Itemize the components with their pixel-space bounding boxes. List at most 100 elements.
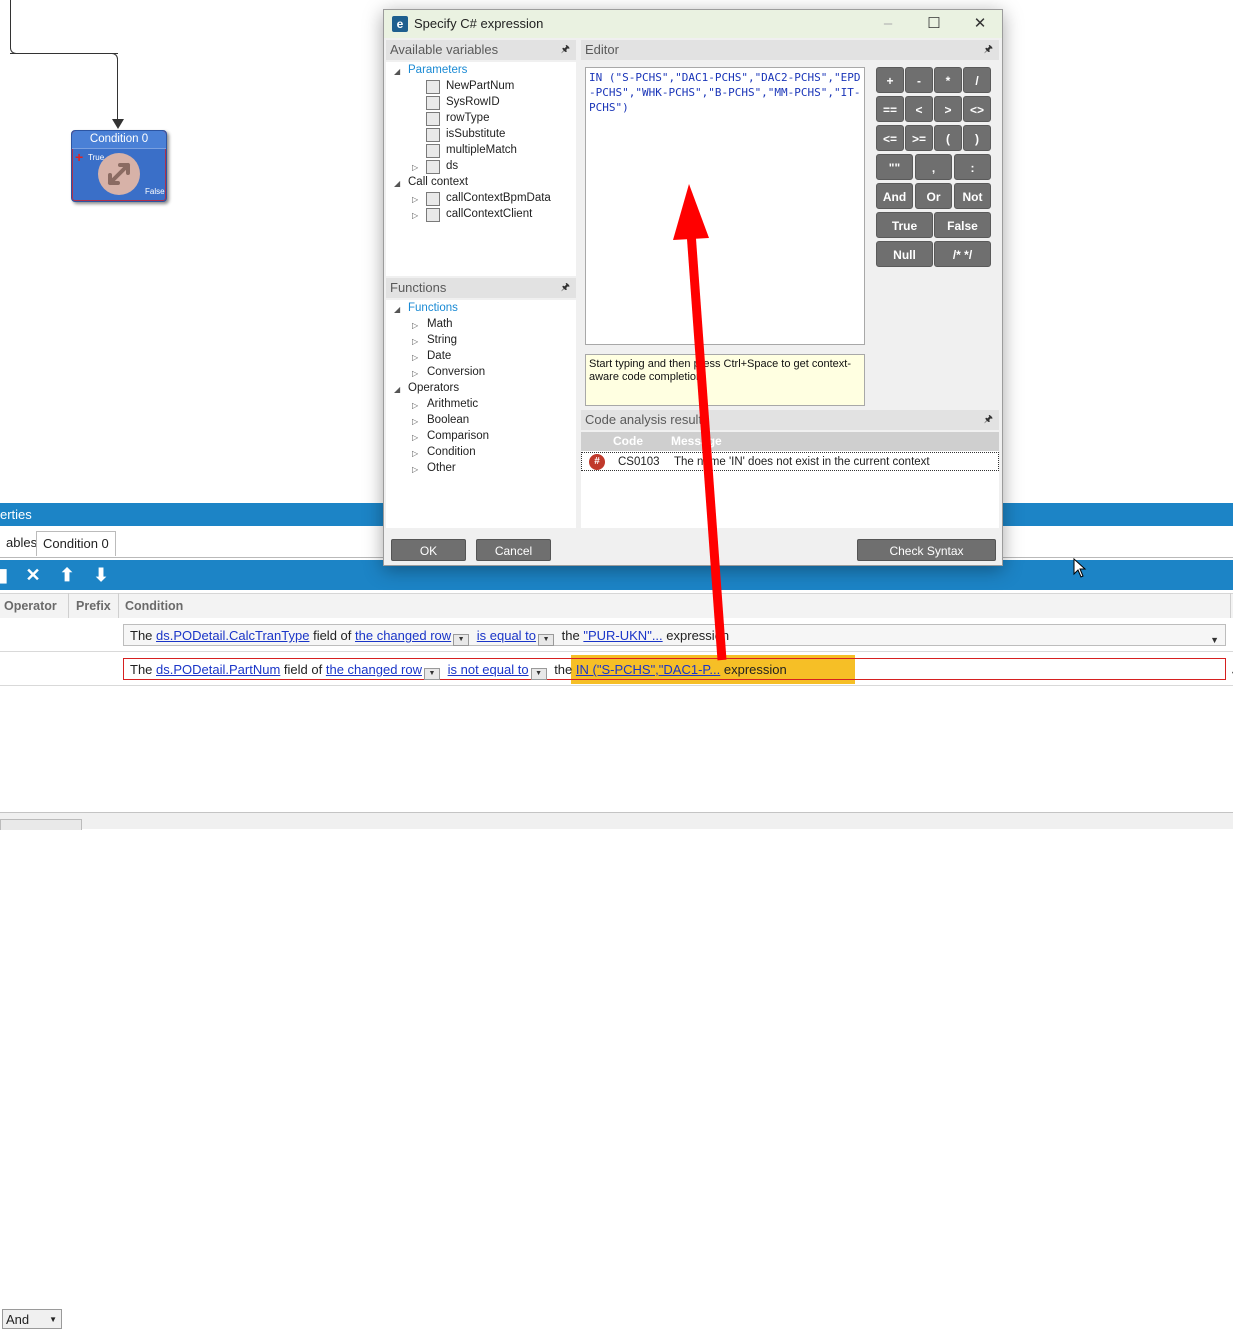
maximize-button[interactable]: ☐ [912,10,956,38]
chevron-down-icon[interactable]: ▼ [453,634,470,646]
multiply-button[interactable]: * [934,67,962,93]
ok-button[interactable]: OK [391,539,466,561]
analysis-row[interactable]: # CS0103 The name 'IN' does not exist in… [581,452,999,471]
collapsed-icon[interactable]: ▷ [412,398,418,414]
collapsed-icon[interactable]: ▷ [412,318,418,334]
tree-item-op[interactable]: Other [427,460,456,476]
tree-item-parameters[interactable]: Parameters [408,62,467,78]
tree-item-func[interactable]: Conversion [427,364,485,380]
collapsed-icon[interactable]: ▷ [412,334,418,350]
comment-button[interactable]: /* */ [934,241,991,267]
pin-icon[interactable]: 🖈 [984,40,993,60]
pin-icon[interactable]: 🖈 [984,410,993,430]
tree-item-param[interactable]: NewPartNum [446,78,514,94]
collapsed-icon[interactable]: ▷ [412,446,418,462]
expand-icon[interactable]: ◢ [394,382,400,398]
tree-item-op[interactable]: Arithmetic [427,396,478,412]
check-syntax-button[interactable]: Check Syntax [857,539,996,561]
table-row[interactable]: The ds.PODetail.CalcTranType field of th… [0,618,1233,652]
open-paren-button[interactable]: ( [934,125,962,151]
expand-icon[interactable]: ◢ [394,302,400,318]
tree-item-functions[interactable]: Functions [408,300,458,316]
or-button[interactable]: Or [915,183,952,209]
tree-item-op[interactable]: Boolean [427,412,469,428]
tree-item-op[interactable]: Condition [427,444,476,460]
chevron-down-icon[interactable]: ▼ [1210,629,1219,651]
tree-item-call-context[interactable]: Call context [408,174,468,190]
and-button[interactable]: And [876,183,913,209]
col-condition: Condition [125,599,184,613]
condition-expression[interactable]: The ds.PODetail.PartNum field of the cha… [123,658,1233,680]
field-link[interactable]: ds.PODetail.CalcTranType [156,628,309,643]
expand-icon[interactable]: ◢ [394,64,400,80]
false-button[interactable]: False [934,212,991,238]
tree-item-param[interactable]: rowType [446,110,489,126]
chevron-down-icon[interactable]: ▼ [530,668,547,680]
tree-item-func[interactable]: String [427,332,457,348]
tree-item-operators[interactable]: Operators [408,380,459,396]
pin-icon[interactable]: 🖈 [561,278,570,298]
cancel-button[interactable]: Cancel [476,539,551,561]
not-equal-button[interactable]: <> [963,96,991,122]
close-paren-button[interactable]: ) [963,125,991,151]
move-down-icon[interactable]: ⬇ [86,560,116,590]
operator-link[interactable]: is not equal to [448,662,529,677]
null-button[interactable]: Null [876,241,933,267]
value-link[interactable]: IN ("S-PCHS","DAC1-P... [576,662,720,677]
expression-editor[interactable]: IN ("S-PCHS","DAC1-PCHS","DAC2-PCHS","EP… [585,67,865,345]
equal-button[interactable]: == [876,96,904,122]
comma-button[interactable]: , [915,154,952,180]
tree-item-call[interactable]: callContextBpmData [446,190,551,206]
dialog-titlebar[interactable]: e Specify C# expression – ☐ ✕ [384,10,1002,38]
operator-link[interactable]: is equal to [477,628,536,643]
operator-select[interactable]: And ▼ [2,1309,62,1329]
condition-expression[interactable]: The ds.PODetail.CalcTranType field of th… [123,624,1226,646]
collapsed-icon[interactable]: ▷ [412,414,418,430]
true-button[interactable]: True [876,212,933,238]
condition-node[interactable]: Condition 0 + True False [71,130,167,202]
divide-button[interactable]: / [963,67,991,93]
collapsed-icon[interactable]: ▷ [412,192,418,208]
pin-icon[interactable]: 🖈 [561,40,570,60]
chevron-down-icon[interactable]: ▼ [538,634,555,646]
less-equal-button[interactable]: <= [876,125,904,151]
connector-line [10,53,118,120]
tree-item-op[interactable]: Comparison [427,428,489,444]
chevron-down-icon[interactable]: ▼ [423,668,440,680]
error-code: CS0103 [618,456,660,468]
tree-item-param[interactable]: isSubstitute [446,126,505,142]
not-button[interactable]: Not [954,183,991,209]
minus-button[interactable]: - [905,67,933,93]
dataset-icon [426,192,440,206]
bottom-tab[interactable] [0,819,82,830]
move-up-icon[interactable]: ⬆ [52,560,82,590]
colon-button[interactable]: : [954,154,991,180]
collapsed-icon[interactable]: ▷ [412,208,418,224]
tab-condition-0[interactable]: Condition 0 [36,531,116,556]
field-link[interactable]: ds.PODetail.PartNum [156,662,280,677]
minimize-button[interactable]: – [866,10,910,38]
expand-icon[interactable]: ◢ [394,176,400,192]
analysis-pane-header: Code analysis results 🖈 [581,410,999,430]
tree-item-param[interactable]: ds [446,158,458,174]
tree-item-param[interactable]: SysRowID [446,94,500,110]
row-link[interactable]: the changed row [326,662,422,677]
quotes-button[interactable]: "" [876,154,913,180]
tree-item-call[interactable]: callContextClient [446,206,532,222]
collapsed-icon[interactable]: ▷ [412,350,418,366]
row-link[interactable]: the changed row [355,628,451,643]
new-icon[interactable]: ▮ [0,560,18,590]
close-button[interactable]: ✕ [958,10,1002,38]
greater-equal-button[interactable]: >= [905,125,933,151]
greater-button[interactable]: > [934,96,962,122]
value-link[interactable]: "PUR-UKN"... [583,628,662,643]
tree-item-func[interactable]: Date [427,348,451,364]
plus-button[interactable]: + [876,67,904,93]
variable-icon [426,112,440,126]
collapsed-icon[interactable]: ▷ [412,462,418,478]
delete-icon[interactable]: ✕ [18,560,48,590]
tree-item-func[interactable]: Math [427,316,453,332]
less-button[interactable]: < [905,96,933,122]
tree-item-param[interactable]: multipleMatch [446,142,517,158]
collapsed-icon[interactable]: ▷ [412,430,418,446]
